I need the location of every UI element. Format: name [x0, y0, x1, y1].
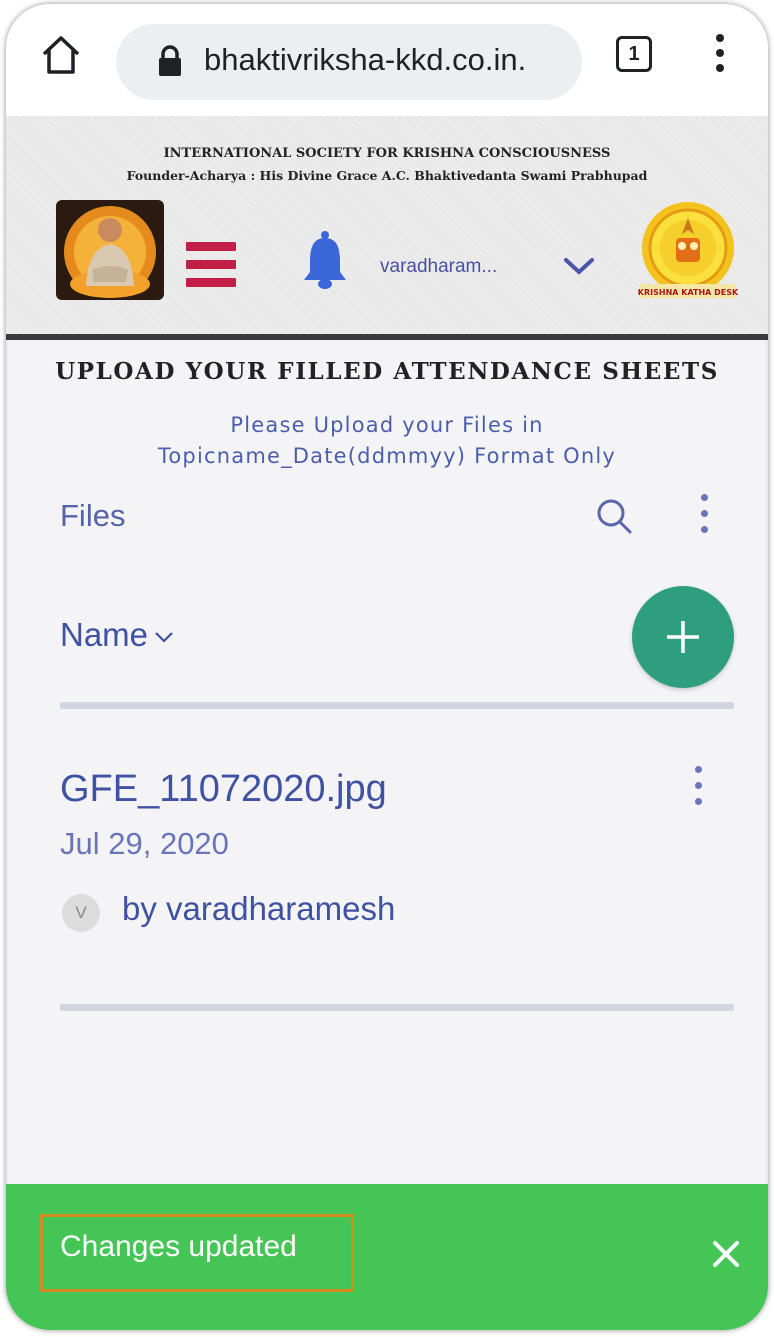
list-header-divider — [60, 702, 734, 709]
sort-by-name-button[interactable]: Name — [60, 616, 174, 654]
add-file-button[interactable] — [632, 586, 734, 688]
file-name[interactable]: GFE_11072020.jpg — [60, 768, 387, 811]
org-name: INTERNATIONAL SOCIETY FOR KRISHNA CONSCI… — [163, 146, 611, 161]
hamburger-menu-icon[interactable] — [186, 242, 236, 294]
instruction-line-1: Please Upload your Files in — [230, 413, 544, 437]
file-date: Jul 29, 2020 — [60, 826, 229, 861]
home-icon[interactable] — [40, 34, 82, 76]
lock-icon — [159, 45, 181, 76]
instruction-line-2: Topicname_Date(ddmmyy) Format Only — [157, 444, 617, 468]
url-text: bhaktivriksha-kkd.co.in. — [204, 42, 527, 77]
bell-icon[interactable] — [302, 230, 348, 290]
file-owner: by varadharamesh — [122, 890, 396, 927]
tab-switcher-button[interactable]: 1 — [616, 36, 652, 72]
krishna-katha-logo-image: KRISHNA KATHA DESK — [638, 202, 739, 298]
user-dropdown-label[interactable]: varadharam... — [380, 256, 497, 278]
logo-caption: KRISHNA KATHA DESK — [638, 288, 739, 297]
plus-icon — [667, 621, 699, 653]
sort-chevron-icon — [155, 632, 173, 643]
file-more-icon[interactable] — [692, 766, 704, 810]
browser-menu-icon[interactable] — [714, 34, 726, 80]
address-bar[interactable]: bhaktivriksha-kkd.co.in. — [116, 24, 582, 100]
search-icon[interactable] — [596, 498, 632, 534]
founder-line: Founder-Acharya : His Divine Grace A.C. … — [126, 168, 648, 183]
toast-message: Changes updated — [60, 1230, 297, 1263]
sort-label: Name — [60, 616, 149, 653]
phone-screen: bhaktivriksha-kkd.co.in. 1 INTERNATIONAL… — [6, 4, 768, 1330]
close-icon[interactable] — [712, 1240, 740, 1268]
list-item-divider — [60, 1004, 734, 1011]
owner-avatar: V — [62, 894, 100, 932]
founder-portrait-image — [56, 200, 164, 300]
browser-toolbar: bhaktivriksha-kkd.co.in. 1 — [6, 4, 768, 116]
chevron-down-icon[interactable] — [563, 256, 595, 276]
upload-instructions: Please Upload your Files in Topicname_Da… — [6, 410, 768, 472]
header-divider — [6, 334, 768, 340]
files-label: Files — [60, 498, 126, 533]
page-title: UPLOAD YOUR FILLED ATTENDANCE SHEETS — [55, 358, 719, 385]
toast-notification: Changes updated — [6, 1184, 768, 1330]
site-header: INTERNATIONAL SOCIETY FOR KRISHNA CONSCI… — [6, 116, 768, 334]
files-more-icon[interactable] — [698, 494, 710, 538]
